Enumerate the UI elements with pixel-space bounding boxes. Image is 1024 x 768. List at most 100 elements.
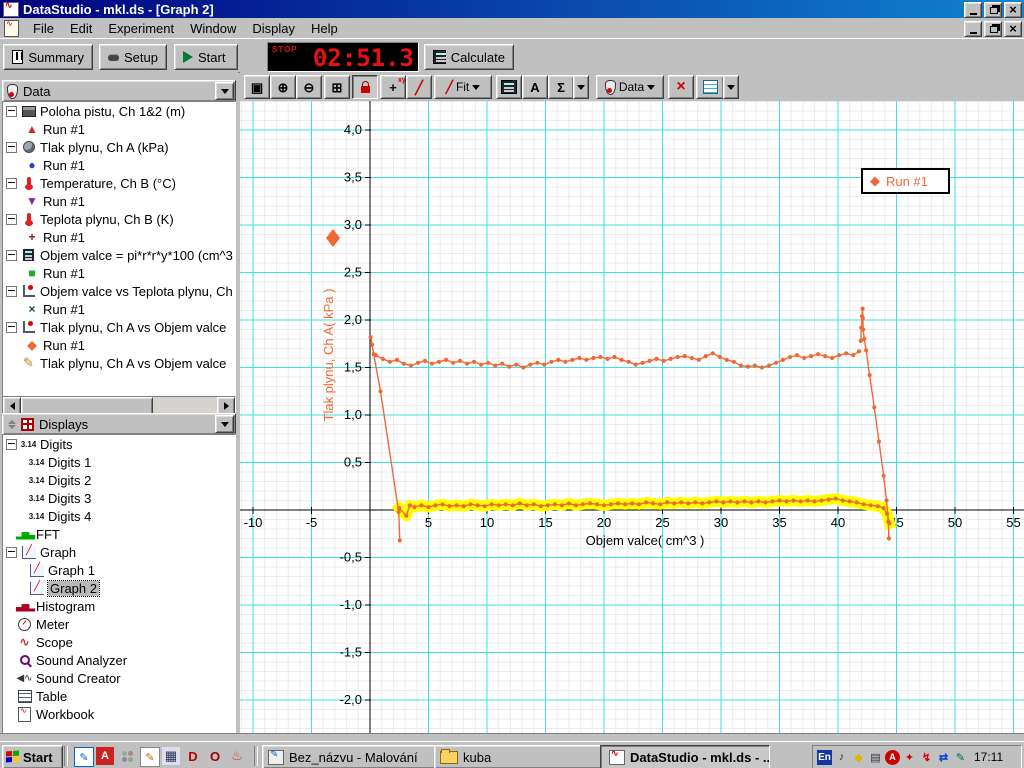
document-icon[interactable] [4,20,19,37]
language-indicator[interactable]: En [817,750,832,765]
data-panel-dropdown[interactable] [215,82,234,100]
restore-button[interactable] [984,2,1002,18]
menu-window[interactable]: Window [182,19,244,38]
collapse-icon[interactable] [6,322,17,333]
zoom-in-button[interactable]: ⊕ [270,75,296,99]
task-kuba-folder[interactable]: kuba [434,745,606,768]
display-item-histogram[interactable]: ▃▅▂ Histogram [3,597,235,615]
run-item[interactable]: ▼ Run #1 [3,192,235,210]
minimize-button[interactable] [964,2,982,18]
collapse-icon[interactable] [6,547,17,558]
display-item-sound-analyzer[interactable]: Sound Analyzer [3,651,235,669]
task-paint[interactable]: Bez_názvu - Malování [262,745,438,768]
collapse-icon[interactable] [6,106,17,117]
statistics-button[interactable]: Σ [548,75,574,99]
display-item-fft[interactable]: ▂▅▃ FFT [3,525,235,543]
quicklaunch-acrobat-icon[interactable] [96,747,114,765]
data-item-teplota-plynu[interactable]: Teplota plynu, Ch B (K) [3,210,235,228]
collapse-icon[interactable] [6,214,17,225]
agent-tray-icon[interactable] [902,750,917,765]
display-item-digits-1[interactable]: 3.14 Digits 1 [3,453,235,471]
quicklaunch-paint-icon[interactable] [140,747,160,767]
menu-display[interactable]: Display [244,19,303,38]
diamond-tray-icon[interactable] [851,750,866,765]
quicklaunch-notes-icon[interactable] [74,747,94,767]
display-item-graph-1[interactable]: ╱ Graph 1 [3,561,235,579]
task-datastudio[interactable]: DataStudio - mkl.ds - ... [600,745,770,768]
display-item-digits[interactable]: 3.14 Digits [3,435,235,453]
display-item-graph[interactable]: ╱ Graph [3,543,235,561]
start-button[interactable]: Start [174,44,238,70]
calculate-button[interactable]: Calculate [424,44,514,70]
scale-to-fit-button[interactable]: ▣ [244,75,270,99]
child-restore-button[interactable] [984,21,1002,37]
menu-file[interactable]: File [25,19,62,38]
data-item-temperature[interactable]: Temperature, Ch B (°C) [3,174,235,192]
app-icon[interactable] [3,2,19,17]
plot-area[interactable]: -10-55101520253035404550554,03,53,02,52,… [240,101,1024,733]
data-item-objem-valce[interactable]: Objem valce = pi*r*r*y*100 (cm^3 [3,246,235,264]
graph-canvas[interactable]: -10-55101520253035404550554,03,53,02,52,… [240,101,1024,733]
close-button[interactable] [1004,2,1022,18]
run-item[interactable]: ▲ Run #1 [3,120,235,138]
run-item[interactable]: ● Run #1 [3,156,235,174]
display-item-sound-creator[interactable]: ◀∿ Sound Creator [3,669,235,687]
child-minimize-button[interactable] [964,21,982,37]
display-item-scope[interactable]: ∿ Scope [3,633,235,651]
volume-icon[interactable] [834,750,849,765]
collapse-icon[interactable] [6,142,17,153]
menu-edit[interactable]: Edit [62,19,100,38]
smart-tool-button[interactable]: + [380,75,406,99]
legend[interactable]: ◆ Run #1 [861,168,950,194]
displays-panel-header[interactable]: Displays [2,413,236,435]
backup-tray-icon[interactable] [868,750,883,765]
statistics-dropdown[interactable] [573,75,589,99]
data-item-poloha-pistu[interactable]: Poloha pistu, Ch 1&2 (m) [3,102,235,120]
lightning-tray-icon[interactable] [919,750,934,765]
data-item-tlak-vs-objem-2[interactable]: ✎ Tlak plynu, Ch A vs Objem valce [3,354,235,372]
splitter-icon[interactable] [8,420,16,429]
quicklaunch-icq-icon[interactable] [118,747,136,765]
fit-dropdown[interactable]: ╱ Fit [434,75,492,99]
run-item[interactable]: ■ Run #1 [3,264,235,282]
zoom-out-button[interactable]: ⊖ [296,75,322,99]
data-item-tlak-plynu[interactable]: Tlak plynu, Ch A (kPa) [3,138,235,156]
display-item-meter[interactable]: Meter [3,615,235,633]
display-item-table[interactable]: Table [3,687,235,705]
displays-panel-dropdown[interactable] [215,415,234,433]
graph-calculator-button[interactable] [496,75,522,99]
run-item[interactable]: + Run #1 [3,228,235,246]
graph-settings-button[interactable] [696,75,724,99]
pen-tray-icon[interactable] [953,750,968,765]
display-item-digits-3[interactable]: 3.14 Digits 3 [3,489,235,507]
clock[interactable]: 17:11 [974,750,1003,764]
highlight-lock-button[interactable] [352,75,378,99]
quicklaunch-opera-icon[interactable] [206,747,224,765]
menu-experiment[interactable]: Experiment [100,19,182,38]
display-item-digits-2[interactable]: 3.14 Digits 2 [3,471,235,489]
sync-tray-icon[interactable] [936,750,951,765]
start-menu-button[interactable]: Start [2,745,63,768]
quicklaunch-calculator-icon[interactable] [162,747,180,765]
run-item[interactable]: × Run #1 [3,300,235,318]
slope-tool-button[interactable]: ╱ [406,75,432,99]
data-item-objem-vs-teplota[interactable]: Objem valce vs Teplota plynu, Ch [3,282,235,300]
collapse-icon[interactable] [6,286,17,297]
collapse-icon[interactable] [6,250,17,261]
data-tree-hscrollbar[interactable] [2,396,236,414]
collapse-icon[interactable] [6,439,17,450]
quicklaunch-dragon-icon[interactable] [184,747,202,765]
graph-settings-dropdown[interactable] [723,75,739,99]
data-panel-header[interactable]: Data [2,80,236,102]
ati-tray-icon[interactable] [885,750,900,765]
menu-help[interactable]: Help [303,19,346,38]
data-dropdown[interactable]: Data [596,75,664,99]
collapse-icon[interactable] [6,178,17,189]
delete-button[interactable]: × [668,75,694,99]
setup-button[interactable]: Setup [99,44,167,70]
summary-button[interactable]: Summary [3,44,93,70]
zoom-select-button[interactable]: ⊞ [324,75,350,99]
quicklaunch-fire-icon[interactable] [228,747,246,765]
run-item[interactable]: ◆ Run #1 [3,336,235,354]
text-annotation-button[interactable]: A [522,75,548,99]
